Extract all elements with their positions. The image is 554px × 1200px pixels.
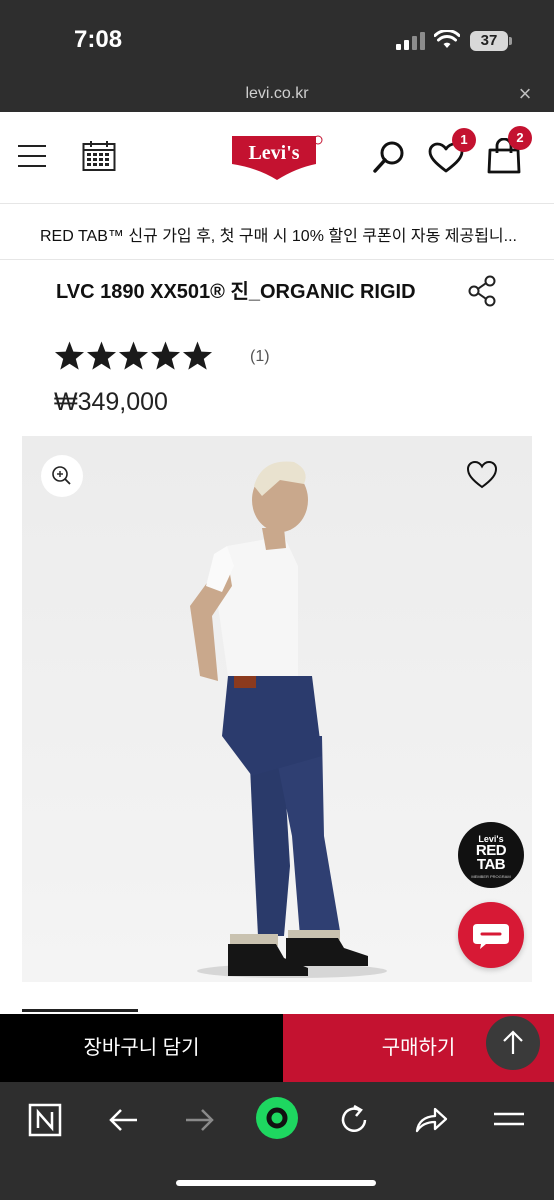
forward-arrow-icon[interactable] xyxy=(180,1100,220,1140)
cart-count-badge: 2 xyxy=(508,126,532,150)
product-image[interactable]: Levi's RED TAB MEMBER PROGRAM xyxy=(22,436,532,982)
star-icon xyxy=(182,341,213,370)
share-forward-icon[interactable] xyxy=(411,1100,451,1140)
close-icon[interactable]: × xyxy=(514,83,536,105)
favorite-heart-icon[interactable] xyxy=(466,460,498,490)
browser-top-bar: 7:08 37 levi.co.kr × xyxy=(0,0,554,112)
back-arrow-icon[interactable] xyxy=(103,1100,143,1140)
chat-button[interactable] xyxy=(458,902,524,968)
battery-indicator: 37 xyxy=(470,31,508,51)
redtab-tab: TAB xyxy=(476,856,506,873)
product-price: ₩349,000 xyxy=(54,388,168,416)
zoom-button[interactable] xyxy=(41,455,83,497)
review-count[interactable]: (1) xyxy=(250,348,270,366)
logo-text: Levi's xyxy=(248,142,299,164)
hamburger-icon[interactable] xyxy=(18,143,46,169)
rating-stars[interactable] xyxy=(54,340,213,376)
site-header: Levi's 1 2 xyxy=(0,112,554,204)
calendar-icon[interactable] xyxy=(82,140,116,172)
scroll-to-top-button[interactable] xyxy=(486,1016,540,1070)
arrow-up-icon xyxy=(503,1030,523,1054)
status-time: 7:08 xyxy=(74,26,123,53)
home-indicator xyxy=(176,1180,376,1186)
product-title: LVC 1890 XX501® 진_ORGANIC RIGID xyxy=(56,281,416,303)
redtab-program: MEMBER PROGRAM xyxy=(471,874,511,879)
redtab-member-badge[interactable]: Levi's RED TAB MEMBER PROGRAM xyxy=(458,822,524,888)
green-circle-icon[interactable] xyxy=(255,1096,299,1140)
star-icon xyxy=(118,341,149,370)
zoom-icon xyxy=(52,466,71,485)
share-icon[interactable] xyxy=(466,275,498,307)
promo-banner[interactable]: RED TAB™ 신규 가입 후, 첫 구매 시 10% 할인 쿠폰이 자동 제… xyxy=(0,204,554,260)
refresh-icon[interactable] xyxy=(334,1100,374,1140)
promo-text: RED TAB™ 신규 가입 후, 첫 구매 시 10% 할인 쿠폰이 자동 제… xyxy=(40,228,517,245)
add-to-cart-button[interactable]: 장바구니 담기 xyxy=(0,1014,283,1082)
star-icon xyxy=(86,341,117,370)
levis-logo[interactable]: Levi's xyxy=(230,134,324,182)
chat-icon xyxy=(473,924,509,949)
wifi-icon xyxy=(434,30,460,48)
model-photo xyxy=(22,436,532,982)
url-bar[interactable]: levi.co.kr xyxy=(0,85,554,103)
search-icon[interactable] xyxy=(372,140,406,174)
menu-icon[interactable] xyxy=(489,1100,529,1140)
gallery-indicator xyxy=(22,1009,138,1012)
battery-tip xyxy=(509,37,512,45)
star-icon xyxy=(54,341,85,370)
star-icon xyxy=(150,341,181,370)
wishlist-count-badge: 1 xyxy=(452,128,476,152)
cellular-signal-icon xyxy=(396,32,426,50)
n-tabs-icon[interactable] xyxy=(25,1100,65,1140)
